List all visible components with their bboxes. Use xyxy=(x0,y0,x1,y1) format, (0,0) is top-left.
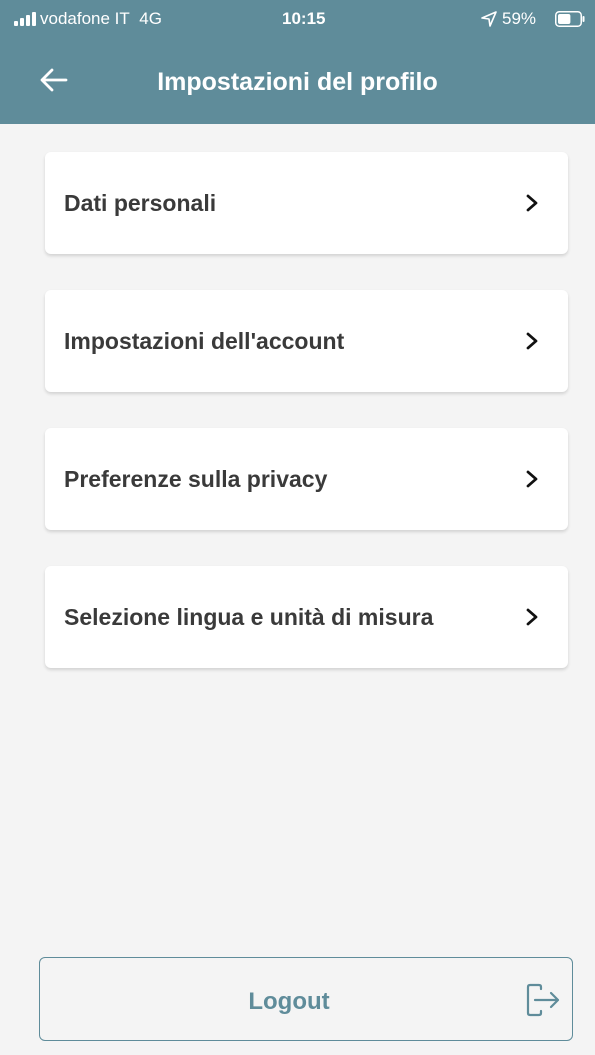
header: vodafone IT 4G 10:15 59% Impostazioni de… xyxy=(0,0,595,124)
battery-icon xyxy=(555,11,585,27)
menu-item-preferenze-privacy[interactable]: Preferenze sulla privacy xyxy=(45,428,568,530)
network-type: 4G xyxy=(139,9,162,28)
settings-menu: Dati personali Impostazioni dell'account… xyxy=(45,152,568,704)
chevron-right-icon xyxy=(526,470,538,488)
chevron-right-icon xyxy=(526,194,538,212)
logout-icon xyxy=(526,983,560,1017)
nav-bar: Impostazioni del profilo xyxy=(0,40,595,124)
carrier-info: vodafone IT 4G xyxy=(40,9,162,29)
menu-item-label: Impostazioni dell'account xyxy=(64,328,345,354)
logout-button[interactable]: Logout xyxy=(39,957,573,1041)
chevron-right-icon xyxy=(526,332,538,350)
menu-item-lingua-unita[interactable]: Selezione lingua e unità di misura xyxy=(45,566,568,668)
menu-item-impostazioni-account[interactable]: Impostazioni dell'account xyxy=(45,290,568,392)
carrier-name: vodafone IT xyxy=(40,9,130,28)
menu-item-label: Selezione lingua e unità di misura xyxy=(64,604,434,630)
logout-label: Logout xyxy=(248,988,330,1015)
status-bar: vodafone IT 4G 10:15 59% xyxy=(0,0,595,40)
page-title: Impostazioni del profilo xyxy=(157,68,438,96)
menu-item-label: Preferenze sulla privacy xyxy=(64,466,328,492)
chevron-right-icon xyxy=(526,608,538,626)
battery-percentage: 59% xyxy=(502,9,537,28)
signal-icon xyxy=(14,12,36,26)
status-time: 10:15 xyxy=(282,9,326,28)
location-arrow-icon xyxy=(481,11,497,27)
menu-item-dati-personali[interactable]: Dati personali xyxy=(45,152,568,254)
menu-item-label: Dati personali xyxy=(64,190,217,216)
